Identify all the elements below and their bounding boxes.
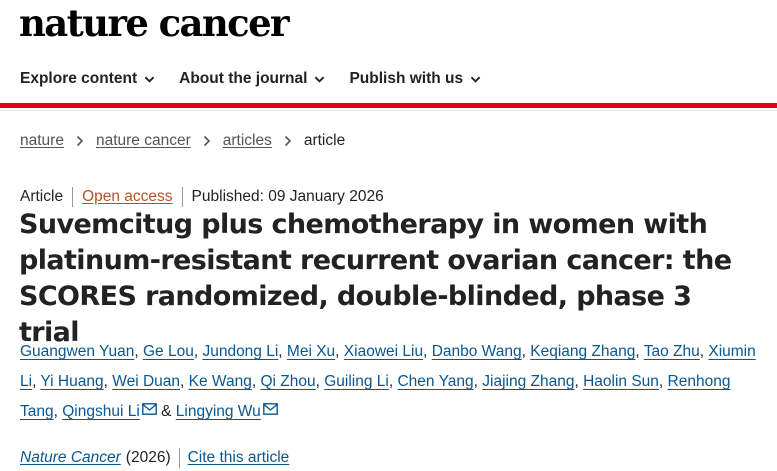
breadcrumb: nature nature cancer articles article <box>20 132 345 150</box>
chevron-down-icon <box>470 76 481 83</box>
breadcrumb-link-nature-cancer[interactable]: nature cancer <box>96 132 191 150</box>
author-separator: , <box>278 343 283 360</box>
envelope-icon[interactable] <box>141 403 157 415</box>
author-list: Guangwen Yuan, Ge Lou, Jundong Li, Mei X… <box>20 337 765 427</box>
chevron-down-icon <box>144 76 155 83</box>
article-meta: Article Open access Published: 09 Januar… <box>20 187 384 207</box>
author-separator: , <box>699 343 705 360</box>
header-accent-bar <box>0 103 777 108</box>
journal-logo[interactable]: nature cancer <box>19 0 290 46</box>
author-separator: , <box>193 343 199 360</box>
meta-divider <box>72 187 74 207</box>
author-separator: , <box>635 343 640 360</box>
author-link[interactable]: Mei Xu <box>287 343 335 360</box>
article-title: Suvemcitug plus chemotherapy in women wi… <box>19 207 759 351</box>
author-link[interactable]: Guangwen Yuan <box>20 343 134 360</box>
author-link[interactable]: Haolin Sun <box>583 373 659 390</box>
author-link[interactable]: Jundong Li <box>202 343 278 360</box>
meta-divider <box>181 187 183 207</box>
nav-about-journal[interactable]: About the journal <box>179 68 325 90</box>
title-line: Suvemcitug plus chemotherapy in women wi… <box>19 209 708 240</box>
cite-article-link[interactable]: Cite this article <box>188 449 290 467</box>
author-link[interactable]: Tao Zhu <box>644 343 700 360</box>
author-link[interactable]: Xiaowei Liu <box>344 343 423 360</box>
header-divider <box>0 110 777 111</box>
author-separator: , <box>180 373 185 390</box>
chevron-down-icon <box>315 76 325 83</box>
breadcrumb-link-nature[interactable]: nature <box>20 132 64 150</box>
author-separator: , <box>335 343 340 360</box>
author-separator: , <box>103 373 108 390</box>
author-conjunction: & <box>161 403 172 420</box>
nav-label: Explore content <box>20 70 138 87</box>
author-separator: , <box>251 373 257 390</box>
author-separator: , <box>134 343 139 360</box>
author-link[interactable]: Guiling Li <box>324 373 389 390</box>
author-separator: , <box>658 373 664 390</box>
author-link[interactable]: Chen Yang <box>397 373 473 390</box>
main-nav: Explore content About the journal Publis… <box>20 68 505 90</box>
author-link[interactable]: Wei Duan <box>112 373 180 390</box>
article-type: Article <box>20 188 64 205</box>
author-separator: , <box>521 343 526 360</box>
nav-publish-with-us[interactable]: Publish with us <box>349 68 481 90</box>
journal-link[interactable]: Nature Cancer <box>20 449 121 467</box>
chevron-right-icon <box>203 135 210 147</box>
citation-divider <box>178 448 180 468</box>
author-link-corresponding[interactable]: Qingshui Li <box>62 403 140 420</box>
nav-label: Publish with us <box>349 70 464 87</box>
title-line: platinum-resistant recurrent ovarian can… <box>19 245 732 276</box>
citation-row: Nature Cancer (2026) Cite this article <box>20 448 289 468</box>
author-separator: , <box>388 373 394 390</box>
nav-explore-content[interactable]: Explore content <box>20 68 155 90</box>
author-separator: , <box>315 373 320 390</box>
author-link[interactable]: Jiajing Zhang <box>482 373 574 390</box>
envelope-icon[interactable] <box>262 403 278 415</box>
published-date: Published: 09 January 2026 <box>191 188 384 205</box>
author-separator: , <box>473 373 478 390</box>
author-separator: , <box>53 403 58 420</box>
author-link[interactable]: Ke Wang <box>189 373 252 390</box>
author-link[interactable]: Yi Huang <box>40 373 103 390</box>
chevron-right-icon <box>284 135 291 147</box>
breadcrumb-current: article <box>303 132 346 149</box>
open-access-link[interactable]: Open access <box>82 188 172 206</box>
nav-label: About the journal <box>179 70 308 87</box>
author-link[interactable]: Danbo Wang <box>432 343 522 360</box>
author-link-corresponding[interactable]: Lingying Wu <box>176 403 261 420</box>
author-separator: , <box>574 373 579 390</box>
author-link[interactable]: Keqiang Zhang <box>530 343 635 360</box>
author-separator: , <box>32 373 37 390</box>
author-link[interactable]: Qi Zhou <box>260 373 315 390</box>
author-separator: , <box>423 343 428 360</box>
breadcrumb-link-articles[interactable]: articles <box>223 132 272 150</box>
chevron-right-icon <box>76 135 84 147</box>
citation-year: (2026) <box>125 449 171 466</box>
author-link[interactable]: Ge Lou <box>143 343 194 360</box>
